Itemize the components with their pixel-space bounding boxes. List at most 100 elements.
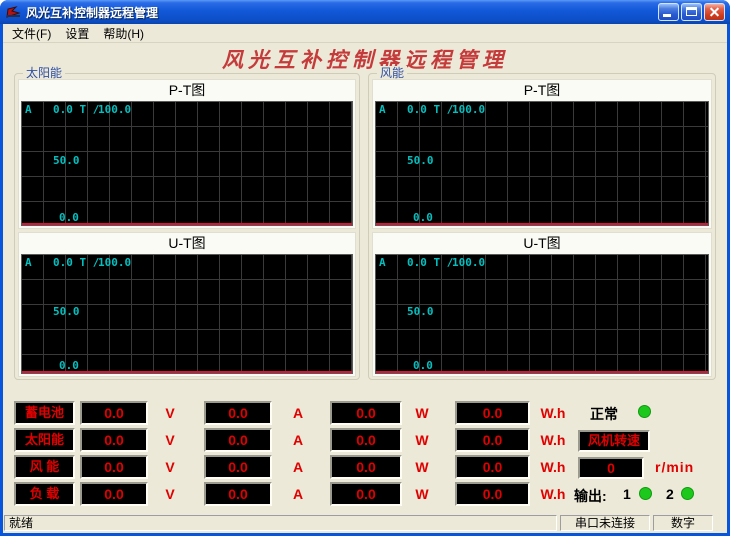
menu-settings[interactable]: 设置 — [58, 24, 96, 43]
menu-help[interactable]: 帮助(H) — [96, 24, 151, 43]
wind-caption: 风能 — [377, 66, 407, 80]
window-controls — [658, 3, 725, 21]
solar-ut-chart: A 0.0 T / 100.0 50.0 0.0 — [21, 254, 353, 374]
solar-pt-section: P-T图 A 0.0 T / 100.0 50.0 0.0 — [18, 79, 356, 229]
energy-value: 0.0 — [455, 482, 530, 506]
output1-label: 1 — [623, 486, 631, 502]
output-label: 输出: — [574, 486, 607, 506]
close-button[interactable] — [704, 3, 725, 21]
solar-ut-section: U-T图 A 0.0 T / 100.0 50.0 0.0 — [18, 232, 356, 377]
fan-speed-label: 风机转速 — [578, 430, 650, 452]
zero-trace-line — [376, 223, 708, 225]
status-num-mode: 数字 — [653, 515, 713, 531]
row-label: 太阳能 — [14, 428, 75, 452]
energy-unit: W.h — [531, 405, 575, 421]
zero-trace-line — [22, 371, 352, 373]
fan-speed-unit: r/min — [655, 459, 694, 475]
channel-label: A — [25, 104, 32, 116]
current-value: 0.0 — [204, 428, 272, 452]
time-scale-label: 0.0 T / — [53, 104, 99, 116]
y-mid-label: 50.0 — [407, 155, 434, 167]
voltage-value: 0.0 — [80, 482, 148, 506]
voltage-unit: V — [153, 405, 187, 421]
voltage-unit: V — [153, 459, 187, 475]
minimize-icon — [663, 14, 671, 17]
close-icon — [705, 4, 724, 20]
power-value: 0.0 — [330, 428, 402, 452]
current-unit: A — [281, 459, 315, 475]
wind-pt-title: P-T图 — [373, 80, 711, 101]
maximize-icon — [686, 7, 697, 16]
channel-label: A — [379, 257, 386, 269]
y-max-label: 100.0 — [98, 104, 131, 116]
output1-indicator-icon — [639, 487, 652, 500]
current-value: 0.0 — [204, 482, 272, 506]
y-max-label: 100.0 — [452, 257, 485, 269]
power-unit: W — [403, 459, 441, 475]
status-bar: 就绪 串口未连接 数字 — [3, 513, 727, 533]
current-value: 0.0 — [204, 455, 272, 479]
energy-unit: W.h — [531, 459, 575, 475]
time-scale-label: 0.0 T / — [407, 104, 453, 116]
power-value: 0.0 — [330, 482, 402, 506]
y-max-label: 100.0 — [452, 104, 485, 116]
output2-indicator-icon — [681, 487, 694, 500]
minimize-button[interactable] — [658, 3, 679, 21]
row-label: 蓄电池 — [14, 401, 75, 425]
y-max-label: 100.0 — [98, 257, 131, 269]
channel-label: A — [25, 257, 32, 269]
wind-ut-title: U-T图 — [373, 233, 711, 254]
solar-ut-title: U-T图 — [19, 233, 355, 254]
solar-caption: 太阳能 — [23, 66, 65, 80]
status-ready: 就绪 — [4, 515, 557, 531]
energy-value: 0.0 — [455, 428, 530, 452]
app-window: 风光互补控制器远程管理 文件(F) 设置 帮助(H) 风光互补控制器远程管理 太… — [0, 0, 730, 536]
time-scale-label: 0.0 T / — [407, 257, 453, 269]
page-title: 风光互补控制器远程管理 — [3, 44, 727, 74]
title-bar: 风光互补控制器远程管理 — [0, 0, 730, 24]
voltage-value: 0.0 — [80, 428, 148, 452]
wind-ut-chart: A 0.0 T / 100.0 50.0 0.0 — [375, 254, 709, 374]
app-icon — [6, 4, 22, 20]
fan-speed-value: 0 — [578, 457, 644, 479]
power-value: 0.0 — [330, 401, 402, 425]
zero-trace-line — [22, 223, 352, 225]
y-mid-label: 50.0 — [53, 306, 80, 318]
power-unit: W — [403, 432, 441, 448]
window-title: 风光互补控制器远程管理 — [26, 4, 658, 21]
battery-row: 蓄电池 0.0 V 0.0 A 0.0 W 0.0 W.h — [3, 401, 727, 425]
maximize-button[interactable] — [681, 3, 702, 21]
client-area: 风光互补控制器远程管理 太阳能 P-T图 A 0.0 T / 100.0 50.… — [3, 43, 727, 513]
energy-value: 0.0 — [455, 455, 530, 479]
voltage-value: 0.0 — [80, 455, 148, 479]
power-unit: W — [403, 405, 441, 421]
energy-unit: W.h — [531, 486, 575, 502]
voltage-unit: V — [153, 486, 187, 502]
energy-value: 0.0 — [455, 401, 530, 425]
menu-bar: 文件(F) 设置 帮助(H) — [3, 24, 727, 43]
status-serial-connection: 串口未连接 — [560, 515, 650, 531]
load-row: 负 载 0.0 V 0.0 A 0.0 W 0.0 W.h — [3, 482, 727, 506]
zero-trace-line — [376, 371, 708, 373]
power-unit: W — [403, 486, 441, 502]
output2-label: 2 — [666, 486, 674, 502]
solar-groupbox: 太阳能 P-T图 A 0.0 T / 100.0 50.0 0.0 U-T图 — [14, 73, 360, 380]
y-mid-label: 50.0 — [53, 155, 80, 167]
solar-pt-chart: A 0.0 T / 100.0 50.0 0.0 — [21, 101, 353, 226]
readings-table: 蓄电池 0.0 V 0.0 A 0.0 W 0.0 W.h 太阳能 0.0 V … — [3, 401, 727, 506]
row-label: 负 载 — [14, 482, 75, 506]
current-unit: A — [281, 432, 315, 448]
voltage-unit: V — [153, 432, 187, 448]
normal-indicator-icon — [638, 405, 651, 418]
row-label: 风 能 — [14, 455, 75, 479]
y-mid-label: 50.0 — [407, 306, 434, 318]
energy-unit: W.h — [531, 432, 575, 448]
time-scale-label: 0.0 T / — [53, 257, 99, 269]
voltage-value: 0.0 — [80, 401, 148, 425]
menu-file[interactable]: 文件(F) — [5, 24, 58, 43]
wind-pt-chart: A 0.0 T / 100.0 50.0 0.0 — [375, 101, 709, 226]
solar-pt-title: P-T图 — [19, 80, 355, 101]
current-unit: A — [281, 486, 315, 502]
wind-groupbox: 风能 P-T图 A 0.0 T / 100.0 50.0 0.0 U-T图 — [368, 73, 716, 380]
power-value: 0.0 — [330, 455, 402, 479]
